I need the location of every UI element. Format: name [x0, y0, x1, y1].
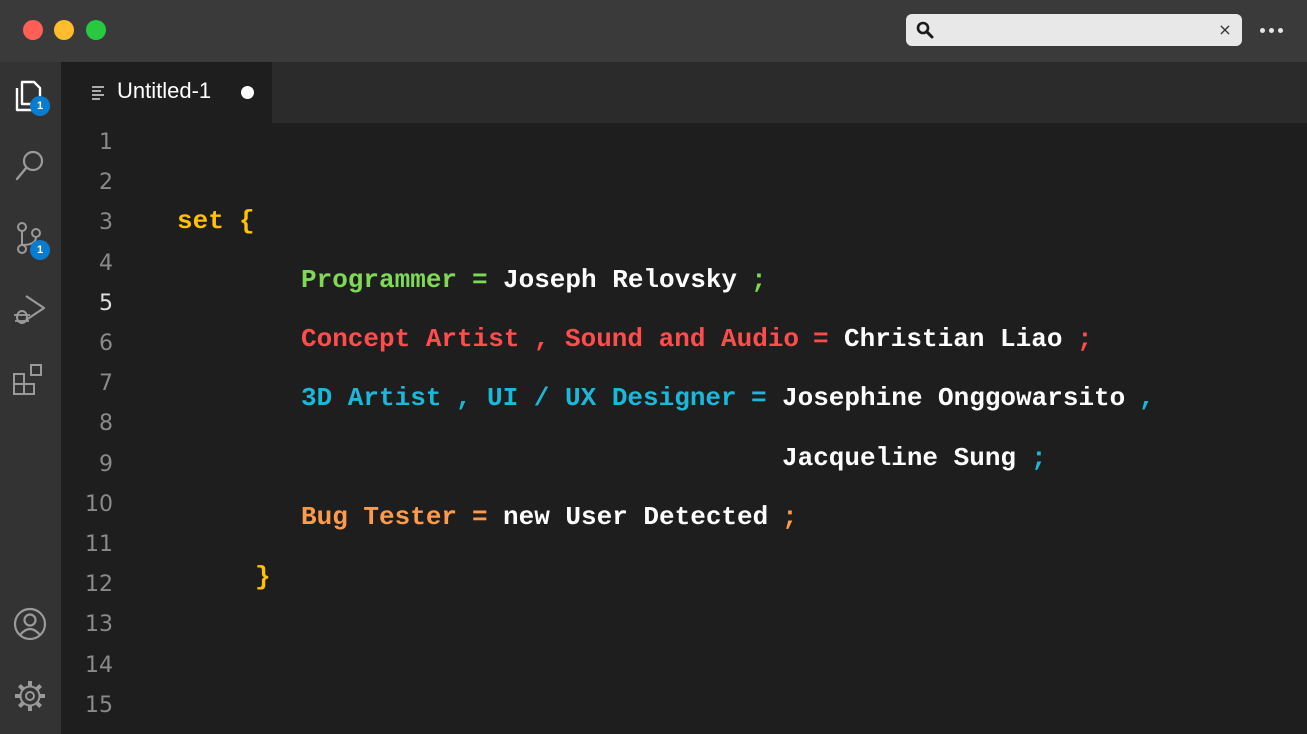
- search-input[interactable]: [942, 19, 1216, 43]
- role-concept-artist: Concept Artist: [301, 324, 520, 354]
- editor-window: × 1 1 Untitled-1 1 2 3 4 5 6 7 8 9 10 11…: [0, 0, 1307, 734]
- name-programmer: Joseph Relovsky: [503, 265, 738, 295]
- semicolon: ;: [751, 265, 767, 295]
- extensions-icon: [13, 364, 42, 395]
- code-editor[interactable]: 1 2 3 4 5 6 7 8 9 10 11 12 13 14 15 set { Programmer =…: [61, 123, 1307, 734]
- activity-bar: 1 1: [0, 62, 61, 734]
- line-number-gutter: 1 2 3 4 5 6 7 8 9 10 11 12 13 14 15: [61, 123, 121, 734]
- search-icon: [916, 21, 934, 39]
- line-number: 2: [99, 170, 113, 196]
- source-control-badge: 1: [30, 240, 50, 260]
- close-window-button[interactable]: [23, 20, 43, 40]
- name-bug-tester: new User Detected: [503, 502, 769, 532]
- comma: ,: [534, 324, 550, 354]
- line-number: 5: [99, 290, 113, 316]
- line-number: 4: [99, 250, 113, 276]
- tab-untitled-1[interactable]: Untitled-1: [61, 62, 272, 123]
- equals-sign: =: [751, 383, 767, 413]
- keyword-set: set: [177, 206, 224, 236]
- role-sound-audio: Sound and Audio: [565, 324, 800, 354]
- search-view-icon: [15, 150, 44, 181]
- role-bug-tester: Bug Tester: [301, 502, 458, 532]
- run-debug-button[interactable]: [10, 288, 50, 328]
- tab-bar: Untitled-1: [61, 62, 1307, 123]
- role-programmer: Programmer: [301, 265, 458, 295]
- search-view-button[interactable]: [10, 146, 50, 186]
- tab-label: Untitled-1: [117, 78, 212, 103]
- run-debug-icon: [14, 295, 46, 324]
- account-icon: [13, 607, 47, 641]
- line-number: 13: [85, 612, 113, 638]
- semicolon: ;: [1031, 443, 1047, 473]
- line-number: 14: [85, 652, 113, 678]
- role-3d-artist: 3D Artist: [301, 383, 442, 413]
- manage-settings-button[interactable]: [10, 676, 50, 716]
- line-number: 1: [99, 130, 113, 155]
- accounts-button[interactable]: [10, 604, 50, 644]
- equals-sign: =: [813, 324, 829, 354]
- source-control-button[interactable]: 1: [10, 218, 50, 260]
- minimize-window-button[interactable]: [54, 20, 74, 40]
- semicolon: ;: [782, 502, 798, 532]
- settings-gear-icon: [15, 681, 45, 711]
- maximize-window-button[interactable]: [86, 20, 106, 40]
- extensions-button[interactable]: [10, 360, 50, 400]
- line-number: 8: [99, 411, 113, 437]
- name-designer-2: Jacqueline Sung: [782, 443, 1017, 473]
- close-icon[interactable]: ×: [1216, 19, 1234, 41]
- equals-sign: =: [472, 502, 488, 532]
- line-number: 15: [85, 692, 113, 718]
- line-number: 12: [85, 572, 113, 598]
- file-lines-icon: [92, 86, 104, 100]
- open-brace: {: [239, 206, 255, 236]
- comma: ,: [456, 383, 472, 413]
- name-designer-1: Josephine Onggowarsito: [782, 383, 1126, 413]
- explorer-button[interactable]: 1: [10, 76, 50, 116]
- semicolon: ;: [1077, 324, 1093, 354]
- line-number: 9: [99, 451, 113, 477]
- line-number: 7: [99, 371, 113, 397]
- equals-sign: =: [472, 265, 488, 295]
- explorer-badge: 1: [30, 96, 50, 116]
- comma: ,: [1139, 383, 1155, 413]
- unsaved-dot-icon[interactable]: [241, 86, 254, 99]
- line-number: 10: [85, 491, 113, 517]
- close-brace: }: [255, 562, 271, 592]
- line-number: 6: [99, 331, 113, 356]
- line-number: 11: [85, 532, 113, 557]
- more-icon[interactable]: [1260, 18, 1290, 42]
- line-number: 3: [99, 210, 113, 236]
- title-bar: ×: [0, 0, 1307, 62]
- role-ui-ux-designer: UI / UX Designer: [487, 383, 737, 413]
- name-concept-audio: Christian Liao: [844, 324, 1063, 354]
- command-search-box[interactable]: ×: [906, 14, 1242, 46]
